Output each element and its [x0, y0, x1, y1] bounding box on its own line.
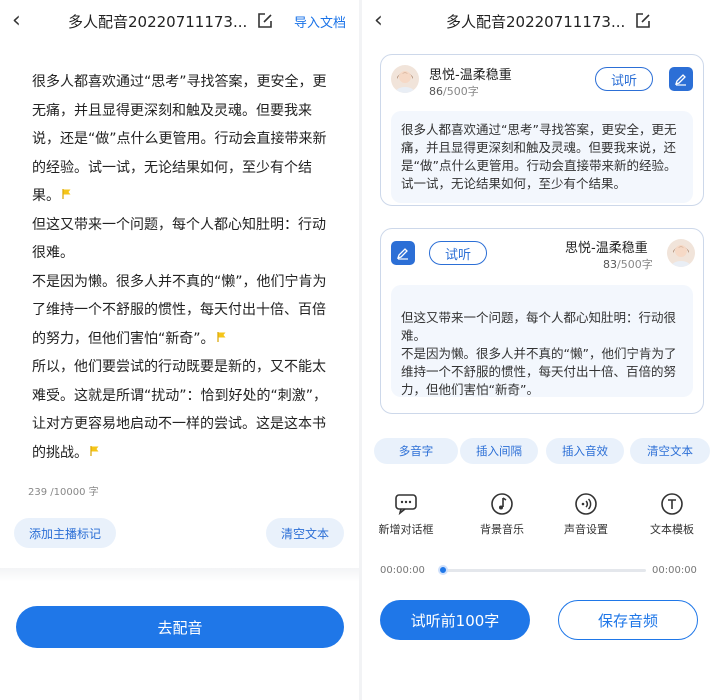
voice-avatar[interactable] — [667, 239, 695, 267]
edit-title-icon[interactable] — [256, 12, 274, 30]
preview-first-100-button[interactable]: 试听前100字 — [380, 600, 530, 640]
insert-sound-effect-button[interactable]: 插入音效 — [546, 438, 624, 464]
voice-name: 思悦-温柔稳重 — [429, 68, 512, 83]
edit-title-icon[interactable] — [634, 12, 652, 30]
go-dub-button[interactable]: 去配音 — [16, 606, 344, 648]
save-audio-button[interactable]: 保存音频 — [558, 600, 698, 640]
progress-track[interactable] — [442, 569, 646, 572]
anchor-flag-icon[interactable] — [216, 331, 227, 342]
dialogue-card[interactable]: 思悦-温柔稳重 86/500字 试听 很多人都喜欢通过“思考”寻找答案，更安全，… — [380, 54, 704, 206]
character-counter: 239 /10000 字 — [28, 487, 99, 498]
dialogue-text[interactable]: 但这又带来一个问题，每个人都心知肚明：行动很难。 不是因为懒。很多人并不真的“懒… — [391, 285, 693, 397]
char-count: 83/500字 — [603, 258, 653, 271]
paragraph: 不是因为懒。很多人并不真的“懒”，他们宁肯为了维持一个不舒服的惯性，每天付出十倍… — [32, 273, 327, 347]
paragraph: 所以，他们要尝试的行动既要是新的，又不能太难受。这就是所谓“扰动”：恰到好处的“… — [32, 359, 328, 461]
insert-pause-button[interactable]: 插入间隔 — [460, 438, 538, 464]
total-time: 00:00:00 — [652, 565, 697, 576]
divider — [0, 568, 360, 582]
polyphone-button[interactable]: 多音字 — [374, 438, 458, 464]
char-count: 86/500字 — [429, 85, 479, 98]
anchor-flag-icon[interactable] — [90, 445, 100, 456]
import-document-link[interactable]: 导入文档 — [294, 12, 346, 31]
text-t-icon — [661, 493, 683, 515]
dialogue-text[interactable]: 很多人都喜欢通过“思考”寻找答案，更安全，更无痛，并且显得更深刻和触及灵魂。但要… — [391, 111, 693, 203]
current-time: 00:00:00 — [380, 565, 425, 576]
add-anchor-mark-button[interactable]: 添加主播标记 — [14, 518, 116, 548]
article-text-area[interactable]: 很多人都喜欢通过“思考”寻找答案，更安全，更无痛，并且显得更深刻和触及灵魂。但要… — [32, 68, 338, 467]
top-bar: ‹ 多人配音20220711173... 导入文档 — [0, 0, 360, 44]
listen-button[interactable]: 试听 — [429, 241, 487, 265]
voice-settings-tool[interactable]: 声音设置 — [548, 492, 624, 537]
add-dialogue-tool[interactable]: 新增对话框 — [368, 492, 444, 537]
background-music-tool[interactable]: 背景音乐 — [464, 492, 540, 537]
clear-text-button[interactable]: 清空文本 — [266, 518, 344, 548]
chat-bubble-icon — [395, 494, 417, 516]
back-arrow-icon[interactable]: ‹ — [374, 8, 383, 33]
back-arrow-icon[interactable]: ‹ — [12, 8, 21, 33]
edit-pen-icon[interactable] — [391, 241, 415, 265]
voice-avatar[interactable] — [391, 65, 419, 93]
right-multi-voice-screen: ‹ 多人配音20220711173... 思悦-温柔稳重 86/500字 试听 … — [362, 0, 720, 700]
text-template-tool[interactable]: 文本模板 — [634, 492, 710, 537]
page-title: 多人配音20220711173... — [446, 13, 626, 31]
paragraph: 但这又带来一个问题，每个人都心知肚明：行动很难。 — [32, 216, 326, 262]
progress-knob[interactable] — [438, 565, 448, 575]
clear-text-button[interactable]: 清空文本 — [630, 438, 710, 464]
voice-name: 思悦-温柔稳重 — [565, 241, 648, 256]
listen-button[interactable]: 试听 — [595, 67, 653, 91]
left-editor-screen: ‹ 多人配音20220711173... 导入文档 很多人都喜欢通过“思考”寻找… — [0, 0, 360, 700]
top-bar: ‹ 多人配音20220711173... — [362, 0, 720, 44]
anchor-flag-icon[interactable] — [62, 189, 72, 199]
page-title: 多人配音20220711173... — [68, 13, 248, 31]
dialogue-card[interactable]: 试听 思悦-温柔稳重 83/500字 但这又带来一个问题，每个人都心知肚明：行动… — [380, 228, 704, 414]
edit-pen-icon[interactable] — [669, 67, 693, 91]
paragraph: 很多人都喜欢通过“思考”寻找答案，更安全，更无痛，并且显得更深刻和触及灵魂。但要… — [32, 74, 327, 204]
sound-wave-icon — [575, 493, 597, 515]
music-note-icon — [491, 493, 513, 515]
